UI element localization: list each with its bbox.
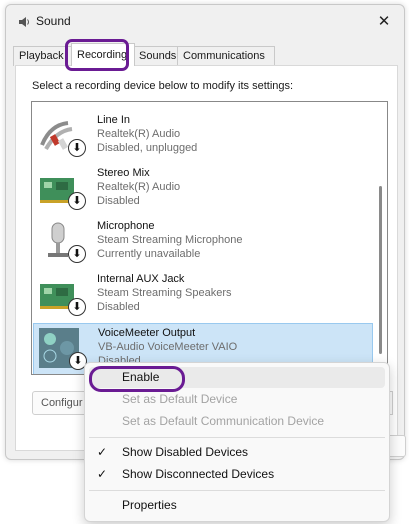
context-menu: Enable Set as Default Device Set as Defa… (84, 362, 390, 522)
scroll-thumb[interactable] (379, 186, 382, 354)
device-status: Disabled (97, 195, 140, 207)
device-microphone[interactable]: ⬇ Microphone Steam Streaming Microphone … (33, 217, 373, 268)
device-name: Internal AUX Jack (97, 273, 185, 285)
list-item-partial (33, 102, 373, 107)
device-subtitle: Steam Streaming Microphone (97, 234, 243, 246)
window-title: Sound (36, 14, 71, 28)
device-list[interactable]: ⬇ Line In Realtek(R) Audio Disabled, unp… (31, 101, 388, 375)
title-bar: Sound ✕ (6, 5, 404, 39)
instruction-text: Select a recording device below to modif… (32, 80, 294, 92)
device-name: Line In (97, 114, 131, 126)
device-subtitle: Realtek(R) Audio (97, 181, 181, 193)
device-name: Stereo Mix (97, 167, 150, 179)
device-stereo-mix[interactable]: ⬇ Stereo Mix Realtek(R) Audio Disabled (33, 164, 373, 215)
menu-item-properties[interactable]: Properties (89, 495, 385, 516)
tab-communications[interactable]: Communications (177, 46, 275, 66)
device-subtitle: VB-Audio VoiceMeeter VAIO (98, 341, 238, 353)
speaker-icon (19, 17, 29, 27)
menu-item-label: Set as Default Device (122, 392, 238, 406)
checkmark-icon: ✓ (97, 445, 108, 459)
device-name: Microphone (97, 220, 155, 232)
menu-item-show-disconnected-devices[interactable]: ✓ Show Disconnected Devices (89, 464, 385, 485)
checkmark-icon: ✓ (97, 467, 108, 481)
menu-item-label: Enable (122, 370, 160, 384)
configure-button[interactable]: Configur (32, 391, 92, 415)
menu-item-label: Properties (122, 498, 177, 512)
menu-item-set-default-device: Set as Default Device (89, 389, 385, 410)
disabled-arrow-icon: ⬇ (68, 192, 86, 210)
disabled-arrow-icon: ⬇ (68, 245, 86, 263)
device-status: Currently unavailable (97, 248, 201, 260)
menu-item-label: Show Disconnected Devices (122, 467, 275, 481)
device-subtitle: Steam Streaming Speakers (97, 287, 232, 299)
device-subtitle: Realtek(R) Audio (97, 128, 181, 140)
device-status: Disabled (97, 301, 140, 313)
menu-item-label: Set as Default Communication Device (122, 414, 325, 428)
tab-sounds[interactable]: Sounds (133, 46, 183, 66)
close-icon: ✕ (377, 13, 391, 30)
device-line-in[interactable]: ⬇ Line In Realtek(R) Audio Disabled, unp… (33, 111, 373, 162)
disabled-arrow-icon: ⬇ (68, 139, 86, 157)
menu-item-set-default-communication-device: Set as Default Communication Device (89, 411, 385, 432)
menu-item-enable[interactable]: Enable (89, 367, 385, 388)
menu-item-show-disabled-devices[interactable]: ✓ Show Disabled Devices (89, 442, 385, 463)
vertical-scrollbar[interactable] (374, 102, 387, 374)
disabled-arrow-icon: ⬇ (68, 298, 86, 316)
tab-recording[interactable]: Recording (71, 43, 135, 66)
menu-separator (89, 437, 385, 438)
device-name: VoiceMeeter Output (98, 327, 196, 339)
device-status: Disabled, unplugged (97, 142, 198, 154)
tab-playback[interactable]: Playback (13, 46, 76, 66)
close-button[interactable]: ✕ (370, 9, 398, 35)
menu-separator (89, 490, 385, 491)
menu-item-label: Show Disabled Devices (122, 445, 249, 459)
device-internal-aux-jack[interactable]: ⬇ Internal AUX Jack Steam Streaming Spea… (33, 270, 373, 321)
